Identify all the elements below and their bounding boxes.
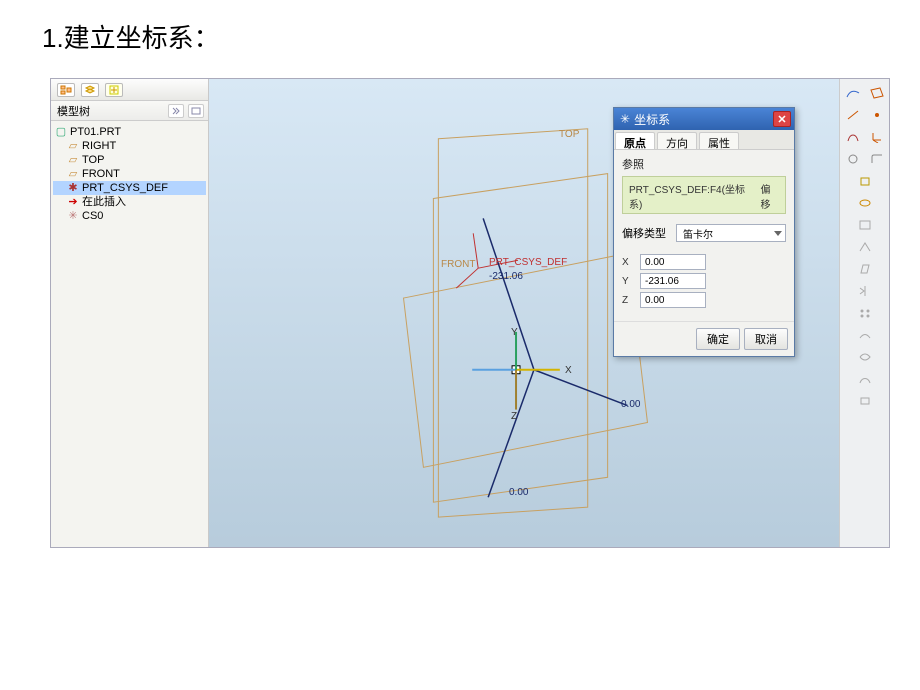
tree-item-label: PRT_CSYS_DEF xyxy=(82,181,168,195)
dialog-tabs: 原点 方向 属性 xyxy=(614,130,794,150)
offset-type-select[interactable]: 笛卡尔 xyxy=(676,224,786,242)
offset-type-value: 笛卡尔 xyxy=(683,226,713,241)
tree-node-front[interactable]: ▱ FRONT xyxy=(53,167,206,181)
x-input[interactable] xyxy=(640,254,706,270)
reference-action: 偏移 xyxy=(761,181,779,211)
left-toolbar xyxy=(51,79,208,101)
cancel-button[interactable]: 取消 xyxy=(744,328,788,350)
model-tree-title: 模型树 xyxy=(57,103,90,119)
rib-tool-icon[interactable] xyxy=(856,239,874,255)
tree-item-label: FRONT xyxy=(82,167,120,181)
ok-button[interactable]: 确定 xyxy=(696,328,740,350)
y-label: Y xyxy=(622,276,634,287)
reference-label: 参照 xyxy=(622,156,786,172)
model-tree: ▢ PT01.PRT ▱ RIGHT ▱ TOP ▱ FRONT ✱ PRT_C… xyxy=(51,121,208,227)
tree-node-insert-here[interactable]: ➔ 在此插入 xyxy=(53,195,206,209)
feature-toolbar xyxy=(839,79,889,547)
part-icon: ▢ xyxy=(55,127,67,137)
tree-node-cs0[interactable]: ✳ CS0 xyxy=(53,209,206,223)
csys-icon: ✱ xyxy=(67,183,79,193)
tab-properties[interactable]: 属性 xyxy=(699,132,739,149)
tree-node-top[interactable]: ▱ TOP xyxy=(53,153,206,167)
dialog-body: 参照 PRT_CSYS_DEF:F4(坐标系) 偏移 偏移类型 笛卡尔 X Y xyxy=(614,150,794,321)
mirror-tool-icon[interactable] xyxy=(856,283,874,299)
tree-node-root[interactable]: ▢ PT01.PRT xyxy=(53,125,206,139)
curve-tool-icon[interactable] xyxy=(844,129,862,145)
tree-item-label: CS0 xyxy=(82,209,103,223)
tree-item-label: TOP xyxy=(82,153,104,167)
canvas-label-front: FRONT xyxy=(441,259,475,270)
plane-tool-icon[interactable] xyxy=(868,85,886,101)
revolve-tool-icon[interactable] xyxy=(856,195,874,211)
model-tree-header: 模型树 xyxy=(51,101,208,121)
tab-direction[interactable]: 方向 xyxy=(657,132,697,149)
dialog-title: 坐标系 xyxy=(634,111,670,128)
z-input[interactable] xyxy=(640,292,706,308)
tree-item-label: 在此插入 xyxy=(82,195,126,209)
dialog-footer: 确定 取消 xyxy=(614,321,794,356)
datum-plane-icon: ▱ xyxy=(67,155,79,165)
reference-list[interactable]: PRT_CSYS_DEF:F4(坐标系) 偏移 xyxy=(622,176,786,214)
z-label: Z xyxy=(622,295,634,306)
close-button[interactable]: ✕ xyxy=(773,111,791,127)
canvas-dim-y: -231.06 xyxy=(489,271,523,282)
y-input[interactable] xyxy=(640,273,706,289)
csys-icon: ✳ xyxy=(67,211,79,221)
insert-here-icon: ➔ xyxy=(67,197,79,207)
draft-tool-icon[interactable] xyxy=(856,261,874,277)
dialog-icon: ✳ xyxy=(620,112,630,126)
shell-tool-icon[interactable] xyxy=(856,217,874,233)
canvas-axis-z: Z xyxy=(511,411,517,422)
blend-tool-icon[interactable] xyxy=(856,327,874,343)
round-tool-icon[interactable] xyxy=(868,151,886,167)
tree-item-label: RIGHT xyxy=(82,139,116,153)
tree-show-icon[interactable] xyxy=(188,104,204,118)
hole-tool-icon[interactable] xyxy=(844,151,862,167)
tab-origin[interactable]: 原点 xyxy=(615,132,655,149)
canvas-zero-2: 0.00 xyxy=(509,487,528,498)
pattern-tool-icon[interactable] xyxy=(856,305,874,321)
x-label: X xyxy=(622,257,634,268)
canvas-zero-1: 0.00 xyxy=(621,399,640,410)
canvas-label-csys: PRT_CSYS_DEF xyxy=(489,257,567,268)
tree-node-right[interactable]: ▱ RIGHT xyxy=(53,139,206,153)
sweep-tool-icon[interactable] xyxy=(856,349,874,365)
tree-root-label: PT01.PRT xyxy=(70,125,121,139)
canvas-label-top: TOP xyxy=(559,129,579,140)
boundary-tool-icon[interactable] xyxy=(856,393,874,409)
model-tree-panel: 模型树 ▢ PT01.PRT ▱ RIGHT ▱ TOP ▱ FRONT xyxy=(51,79,209,547)
canvas-axis-x: X xyxy=(565,365,572,376)
datum-plane-icon: ▱ xyxy=(67,169,79,179)
cad-app-frame: 模型树 ▢ PT01.PRT ▱ RIGHT ▱ TOP ▱ FRONT xyxy=(50,78,890,548)
dialog-titlebar[interactable]: ✳ 坐标系 ✕ xyxy=(614,108,794,130)
tree-new-icon[interactable] xyxy=(105,83,123,97)
chevron-down-icon xyxy=(774,231,782,236)
tree-node-csys-def[interactable]: ✱ PRT_CSYS_DEF xyxy=(53,181,206,195)
offset-type-label: 偏移类型 xyxy=(622,225,666,241)
page-title: 1.建立坐标系： xyxy=(0,0,920,55)
tree-display-icon[interactable] xyxy=(57,83,75,97)
style-tool-icon[interactable] xyxy=(856,371,874,387)
coordinate-system-dialog: ✳ 坐标系 ✕ 原点 方向 属性 参照 PRT_CSYS_DEF:F4(坐标系)… xyxy=(613,107,795,357)
csys-tool-icon[interactable] xyxy=(868,129,886,145)
point-tool-icon[interactable] xyxy=(868,107,886,123)
sketch-tool-icon[interactable] xyxy=(844,85,862,101)
extrude-tool-icon[interactable] xyxy=(856,173,874,189)
tree-settings-icon[interactable] xyxy=(168,104,184,118)
axis-tool-icon[interactable] xyxy=(844,107,862,123)
canvas-axis-y: Y xyxy=(511,327,518,338)
reference-item: PRT_CSYS_DEF:F4(坐标系) xyxy=(629,181,749,211)
tree-layers-icon[interactable] xyxy=(81,83,99,97)
datum-plane-icon: ▱ xyxy=(67,141,79,151)
